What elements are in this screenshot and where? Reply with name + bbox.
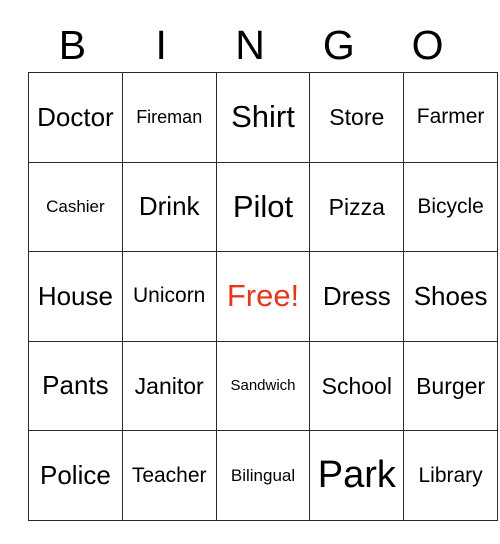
bingo-row: House Unicorn Free! Dress Shoes — [28, 251, 498, 342]
bingo-cell-label: House — [37, 280, 113, 311]
bingo-cell-label: Pizza — [328, 193, 385, 220]
bingo-cell-label: Police — [39, 460, 111, 491]
bingo-cell-label: Bilingual — [230, 465, 296, 485]
bingo-row: Police Teacher Bilingual Park Library — [28, 430, 498, 521]
bingo-cell[interactable]: Cashier — [28, 161, 123, 253]
bingo-cell[interactable]: Pizza — [309, 161, 405, 253]
bingo-row: Cashier Drink Pilot Pizza Bicycle — [28, 161, 498, 253]
bingo-cell-label: Shoes — [413, 280, 488, 311]
bingo-cell-label: Shirt — [231, 99, 295, 135]
bingo-cell-label: Fireman — [136, 106, 203, 127]
bingo-cell-free[interactable]: Free! — [215, 251, 311, 342]
bingo-header: BINGO — [28, 18, 472, 72]
bingo-cell[interactable]: Bicycle — [403, 161, 498, 253]
bingo-cell-label: Free! — [226, 278, 300, 314]
bingo-header-letter-o: O — [411, 21, 444, 68]
bingo-cell-label: Library — [418, 463, 483, 487]
bingo-row: Doctor Fireman Shirt Store Farmer — [28, 72, 498, 163]
bingo-cell-label: Bicycle — [417, 194, 484, 218]
bingo-cell-label: Pants — [42, 370, 109, 401]
bingo-cell-label: Sandwich — [230, 377, 296, 395]
bingo-cell[interactable]: Library — [403, 430, 498, 521]
bingo-cell[interactable]: Pants — [28, 340, 123, 432]
bingo-cell-label: Cashier — [46, 196, 105, 216]
bingo-cell-label: Farmer — [416, 105, 485, 129]
bingo-cell[interactable]: Pilot — [215, 161, 311, 253]
bingo-cell[interactable]: House — [28, 251, 123, 342]
bingo-cell[interactable]: Drink — [121, 161, 217, 253]
bingo-header-letter-b: B — [58, 21, 87, 68]
bingo-cell[interactable]: Burger — [403, 340, 498, 432]
bingo-cell[interactable]: Sandwich — [215, 340, 311, 432]
bingo-cell[interactable]: Doctor — [28, 72, 123, 163]
bingo-cell[interactable]: Store — [309, 72, 405, 163]
bingo-grid-body: Doctor Fireman Shirt Store Farmer Cashier Drin… — [28, 72, 498, 521]
bingo-cell-label: Park — [317, 453, 396, 496]
bingo-cell-label: Unicorn — [133, 284, 206, 308]
bingo-cell-label: Teacher — [131, 463, 207, 487]
bingo-cell-label: Doctor — [37, 101, 114, 132]
bingo-header-letter-i: I — [155, 21, 167, 68]
bingo-cell[interactable]: Janitor — [121, 340, 217, 432]
bingo-cell[interactable]: Police — [28, 430, 123, 521]
bingo-cell[interactable]: Dress — [309, 251, 405, 342]
bingo-cell-label: Drink — [138, 191, 200, 222]
bingo-cell-label: Dress — [322, 280, 391, 311]
bingo-cell[interactable]: Unicorn — [121, 251, 217, 342]
bingo-cell[interactable]: School — [309, 340, 405, 432]
bingo-cell[interactable]: Bilingual — [215, 430, 311, 521]
bingo-row: Pants Janitor Sandwich School Burger — [28, 340, 498, 432]
bingo-cell[interactable]: Shirt — [215, 72, 311, 163]
bingo-cell[interactable]: Fireman — [121, 72, 217, 163]
bingo-cell[interactable]: Farmer — [403, 72, 498, 163]
bingo-cell[interactable]: Teacher — [121, 430, 217, 521]
bingo-card: B I N G O Doctor Fireman Shirt Store Farmer Cashi… — [28, 18, 498, 521]
bingo-grid: Doctor Fireman Shirt Store Farmer Cashier Drin… — [28, 72, 498, 521]
bingo-cell[interactable]: Shoes — [403, 251, 498, 342]
bingo-cell-label: Pilot — [232, 188, 294, 224]
bingo-cell-label: Janitor — [134, 373, 204, 399]
bingo-cell[interactable]: Park — [309, 430, 405, 521]
bingo-cell-label: Store — [329, 104, 385, 131]
bingo-cell-label: Burger — [416, 373, 486, 399]
bingo-header-letter-n: N — [235, 21, 265, 68]
bingo-cell-label: School — [321, 373, 392, 399]
bingo-header-letter-g: G — [322, 21, 355, 68]
